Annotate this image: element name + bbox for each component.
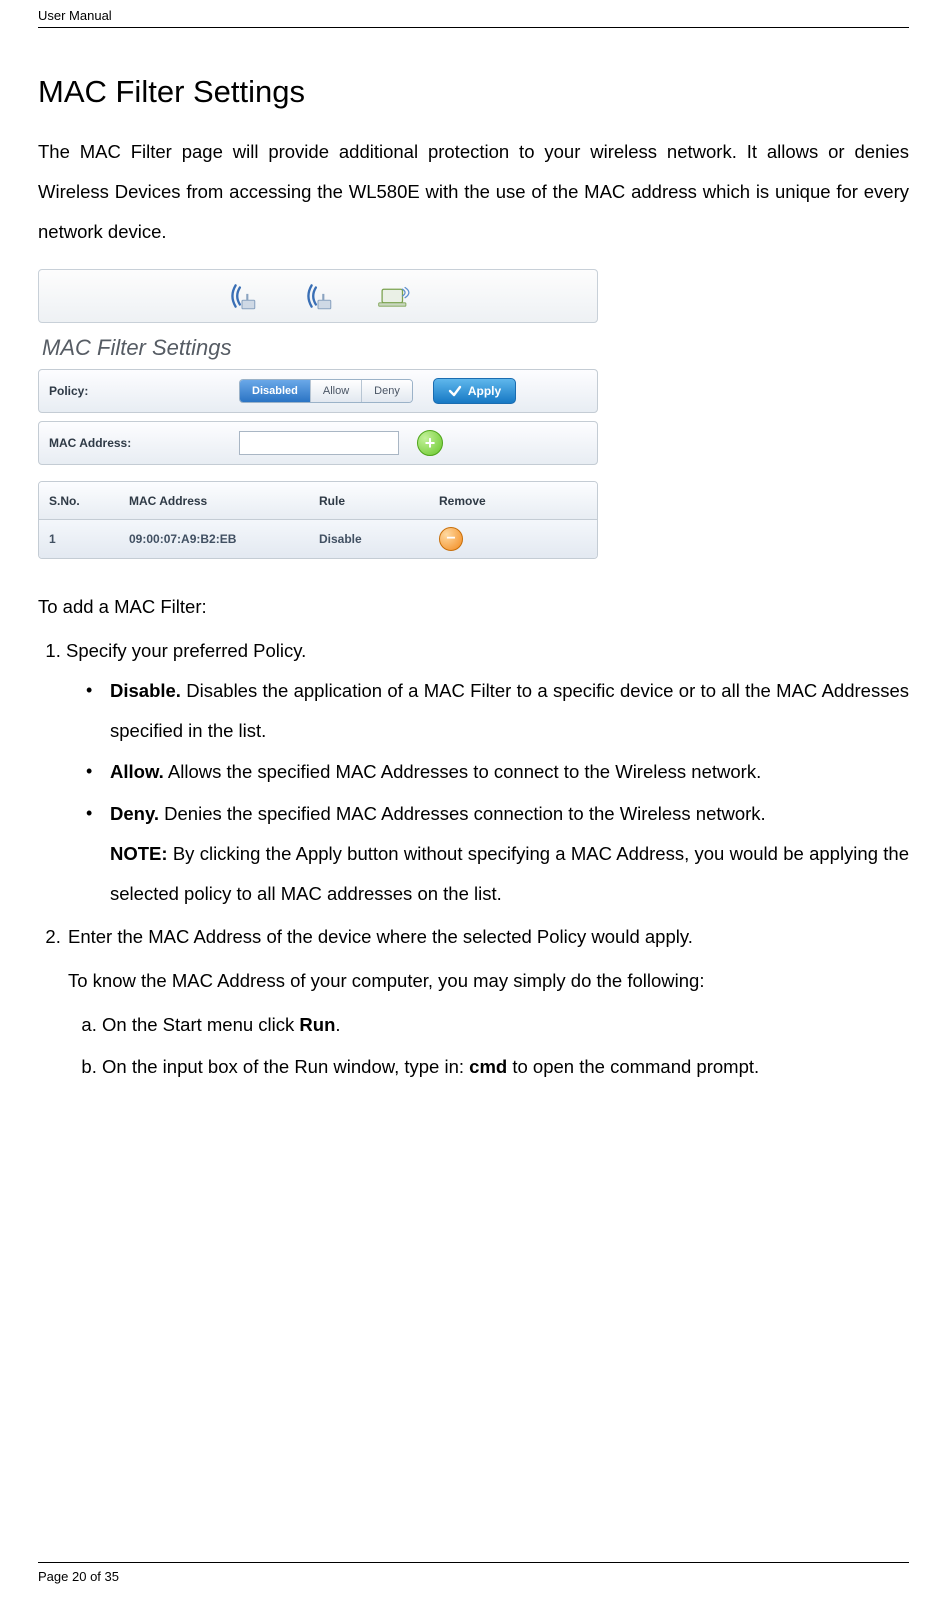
check-icon: [448, 384, 462, 398]
bullet-allow-label: Allow.: [110, 761, 164, 782]
instructions: To add a MAC Filter: Specify your prefer…: [38, 587, 909, 1086]
step-2-text: Enter the MAC Address of the device wher…: [68, 917, 909, 957]
doc-header-title: User Manual: [38, 8, 112, 23]
policy-bullets: Disable. Disables the application of a M…: [68, 671, 909, 914]
step-1-text: Specify your preferred Policy.: [66, 640, 306, 661]
th-mac: MAC Address: [129, 494, 319, 508]
page-label-pre: Page: [38, 1569, 72, 1584]
substep-b-post: to open the command prompt.: [507, 1056, 759, 1077]
bullet-deny-text: Denies the specified MAC Addresses conne…: [159, 803, 766, 824]
wifi-5g-icon[interactable]: [299, 277, 337, 315]
plus-icon: +: [425, 434, 436, 452]
toolbar-icon-row: [38, 269, 598, 323]
policy-row: Policy: Disabled Allow Deny Apply: [38, 369, 598, 413]
policy-label: Policy:: [49, 384, 239, 398]
policy-option-allow[interactable]: Allow: [311, 380, 362, 402]
substep-a: On the Start menu click Run.: [102, 1005, 909, 1045]
substep-a-pre: On the Start menu click: [102, 1014, 299, 1035]
wifi-2g-icon[interactable]: [223, 277, 261, 315]
mac-table: S.No. MAC Address Rule Remove 1 09:00:07…: [38, 481, 598, 559]
apply-label: Apply: [468, 384, 501, 398]
th-remove: Remove: [439, 494, 519, 508]
page-footer: Page 20 of 35: [38, 1562, 909, 1584]
doc-header: User Manual: [38, 0, 909, 28]
td-remove: −: [439, 527, 519, 551]
substep-b-pre: On the input box of the Run window, type…: [102, 1056, 469, 1077]
step-1: Specify your preferred Policy. Disable. …: [66, 631, 909, 913]
bullet-disable-text: Disables the application of a MAC Filter…: [110, 680, 909, 741]
bullet-disable: Disable. Disables the application of a M…: [110, 671, 909, 751]
note-text: By clicking the Apply button without spe…: [110, 843, 909, 904]
step-list: Specify your preferred Policy. Disable. …: [38, 631, 909, 1086]
th-rule: Rule: [319, 494, 439, 508]
substep-a-bold: Run: [299, 1014, 335, 1035]
mac-input-row: MAC Address: +: [38, 421, 598, 465]
note-label: NOTE:: [110, 843, 168, 864]
td-rule: Disable: [319, 532, 439, 546]
bullet-deny: Deny. Denies the specified MAC Addresses…: [110, 794, 909, 913]
apply-button[interactable]: Apply: [433, 378, 516, 404]
intro-paragraph: The MAC Filter page will provide additio…: [38, 132, 909, 251]
add-mac-button[interactable]: +: [417, 430, 443, 456]
embedded-screenshot: MAC Filter Settings Policy: Disabled All…: [38, 269, 598, 559]
step-2: Enter the MAC Address of the device wher…: [66, 917, 909, 1086]
policy-option-disabled[interactable]: Disabled: [240, 380, 311, 402]
page-current: 20: [72, 1569, 86, 1584]
page-of: of: [86, 1569, 104, 1584]
panel-title: MAC Filter Settings: [42, 335, 598, 361]
mac-label: MAC Address:: [49, 436, 239, 450]
step-2-sub: To know the MAC Address of your computer…: [68, 961, 909, 1001]
td-sno: 1: [49, 532, 129, 546]
page-total: 35: [105, 1569, 119, 1584]
policy-option-deny[interactable]: Deny: [362, 380, 412, 402]
bullet-deny-label: Deny.: [110, 803, 159, 824]
bullet-allow: Allow. Allows the specified MAC Addresse…: [110, 752, 909, 792]
table-row: 1 09:00:07:A9:B2:EB Disable −: [39, 520, 597, 558]
substeps: On the Start menu click Run. On the inpu…: [68, 1005, 909, 1087]
th-sno: S.No.: [49, 494, 129, 508]
substep-a-post: .: [335, 1014, 340, 1035]
table-header: S.No. MAC Address Rule Remove: [39, 482, 597, 520]
laptop-wifi-icon[interactable]: [375, 277, 413, 315]
page-title: MAC Filter Settings: [38, 74, 909, 110]
minus-icon: −: [446, 531, 455, 547]
mac-input[interactable]: [239, 431, 399, 455]
substep-b: On the input box of the Run window, type…: [102, 1047, 909, 1087]
substep-b-bold: cmd: [469, 1056, 507, 1077]
bullet-allow-text: Allows the specified MAC Addresses to co…: [164, 761, 761, 782]
td-mac: 09:00:07:A9:B2:EB: [129, 532, 319, 546]
remove-row-button[interactable]: −: [439, 527, 463, 551]
policy-segmented: Disabled Allow Deny: [239, 379, 413, 403]
instructions-lead: To add a MAC Filter:: [38, 587, 909, 627]
bullet-disable-label: Disable.: [110, 680, 181, 701]
